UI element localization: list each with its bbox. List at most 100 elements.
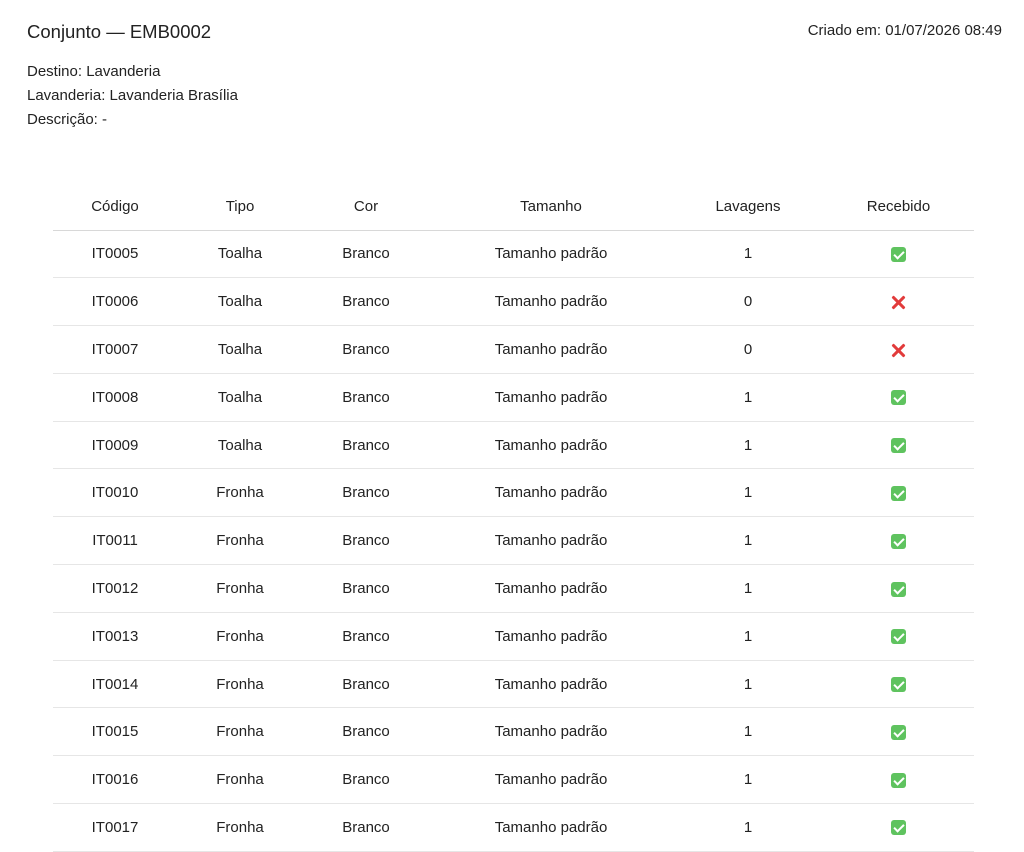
cell-lavagens: 1 <box>673 660 823 709</box>
table-row: IT0017 Fronha Branco Tamanho padrão 1 <box>53 803 974 852</box>
cell-recebido <box>823 564 974 613</box>
cell-tamanho: Tamanho padrão <box>429 373 673 422</box>
cell-tamanho: Tamanho padrão <box>429 277 673 327</box>
cell-codigo: IT0007 <box>53 325 177 374</box>
cell-tipo: Fronha <box>177 803 303 852</box>
cell-codigo: IT0010 <box>53 468 177 518</box>
cell-tipo: Fronha <box>177 707 303 757</box>
check-icon <box>891 246 906 262</box>
cell-codigo: IT0014 <box>53 660 177 709</box>
cell-tipo: Toalha <box>177 373 303 422</box>
cell-tipo: Fronha <box>177 564 303 613</box>
page-header: Conjunto — EMB0002 Criado em: 01/07/2026… <box>27 20 1002 43</box>
cell-lavagens: 1 <box>673 468 823 518</box>
table-row: IT0008 Toalha Branco Tamanho padrão 1 <box>53 373 974 422</box>
set-details: Destino: Lavanderia Lavanderia: Lavander… <box>27 60 238 132</box>
cell-recebido <box>823 707 974 757</box>
cell-tipo: Fronha <box>177 612 303 661</box>
cell-recebido <box>823 468 974 518</box>
cell-tipo: Toalha <box>177 421 303 470</box>
table-row: IT0009 Toalha Branco Tamanho padrão 1 <box>53 421 974 470</box>
cell-codigo: IT0016 <box>53 755 177 805</box>
check-icon <box>891 581 906 597</box>
cell-cor: Branco <box>303 755 429 805</box>
check-icon <box>891 772 906 788</box>
column-header-lavagens: Lavagens <box>673 183 823 231</box>
cell-recebido <box>823 277 974 327</box>
cross-icon <box>891 343 906 358</box>
cell-recebido <box>823 755 974 805</box>
table-row: IT0012 Fronha Branco Tamanho padrão 1 <box>53 564 974 613</box>
destino-label: Destino: Lavanderia <box>27 63 161 80</box>
column-header-tipo: Tipo <box>177 183 303 231</box>
cell-cor: Branco <box>303 230 429 279</box>
column-header-tamanho: Tamanho <box>429 183 673 231</box>
cell-lavagens: 1 <box>673 516 823 566</box>
cell-cor: Branco <box>303 660 429 709</box>
cell-cor: Branco <box>303 564 429 613</box>
table-header-row: Código Tipo Cor Tamanho Lavagens Recebid… <box>53 183 974 231</box>
check-icon <box>891 390 906 406</box>
cell-codigo: IT0011 <box>53 516 177 566</box>
cell-lavagens: 1 <box>673 421 823 470</box>
cell-tamanho: Tamanho padrão <box>429 421 673 470</box>
cell-cor: Branco <box>303 707 429 757</box>
cell-lavagens: 0 <box>673 277 823 327</box>
cell-cor: Branco <box>303 373 429 422</box>
cell-tipo: Toalha <box>177 325 303 374</box>
cell-recebido <box>823 373 974 422</box>
check-icon <box>891 629 906 645</box>
cell-tipo: Fronha <box>177 516 303 566</box>
cell-codigo: IT0005 <box>53 230 177 279</box>
cell-lavagens: 1 <box>673 612 823 661</box>
cell-codigo: IT0008 <box>53 373 177 422</box>
cell-codigo: IT0017 <box>53 803 177 852</box>
cell-lavagens: 1 <box>673 755 823 805</box>
cell-codigo: IT0006 <box>53 277 177 327</box>
cell-recebido <box>823 803 974 852</box>
lavanderia-label: Lavanderia: Lavanderia Brasília <box>27 87 238 104</box>
check-icon <box>891 533 906 549</box>
cell-tamanho: Tamanho padrão <box>429 612 673 661</box>
column-header-recebido: Recebido <box>823 183 974 231</box>
cell-tamanho: Tamanho padrão <box>429 755 673 805</box>
cross-icon <box>891 295 906 310</box>
cell-recebido <box>823 660 974 709</box>
items-table: Código Tipo Cor Tamanho Lavagens Recebid… <box>53 183 974 852</box>
cell-cor: Branco <box>303 803 429 852</box>
cell-cor: Branco <box>303 612 429 661</box>
cell-lavagens: 1 <box>673 564 823 613</box>
column-header-cor: Cor <box>303 183 429 231</box>
cell-tamanho: Tamanho padrão <box>429 660 673 709</box>
table-row: IT0011 Fronha Branco Tamanho padrão 1 <box>53 516 974 566</box>
cell-lavagens: 1 <box>673 230 823 279</box>
table-row: IT0005 Toalha Branco Tamanho padrão 1 <box>53 230 974 279</box>
cell-tamanho: Tamanho padrão <box>429 516 673 566</box>
cell-cor: Branco <box>303 468 429 518</box>
cell-codigo: IT0012 <box>53 564 177 613</box>
table-row: IT0006 Toalha Branco Tamanho padrão 0 <box>53 277 974 327</box>
cell-lavagens: 0 <box>673 325 823 374</box>
cell-tamanho: Tamanho padrão <box>429 468 673 518</box>
cell-cor: Branco <box>303 325 429 374</box>
cell-tipo: Fronha <box>177 468 303 518</box>
items-table-container: Código Tipo Cor Tamanho Lavagens Recebid… <box>53 183 974 852</box>
cell-cor: Branco <box>303 516 429 566</box>
cell-recebido <box>823 612 974 661</box>
cell-tipo: Toalha <box>177 230 303 279</box>
cell-tipo: Fronha <box>177 660 303 709</box>
cell-recebido <box>823 421 974 470</box>
page-title: Conjunto — EMB0002 <box>27 21 212 42</box>
cell-tamanho: Tamanho padrão <box>429 564 673 613</box>
cell-cor: Branco <box>303 277 429 327</box>
check-icon <box>891 677 906 693</box>
cell-tipo: Toalha <box>177 277 303 327</box>
descricao-label: Descrição: - <box>27 111 108 128</box>
table-row: IT0013 Fronha Branco Tamanho padrão 1 <box>53 612 974 661</box>
check-icon <box>891 724 906 740</box>
cell-lavagens: 1 <box>673 707 823 757</box>
cell-tamanho: Tamanho padrão <box>429 230 673 279</box>
cell-codigo: IT0013 <box>53 612 177 661</box>
column-header-codigo: Código <box>53 183 177 231</box>
table-row: IT0015 Fronha Branco Tamanho padrão 1 <box>53 707 974 757</box>
